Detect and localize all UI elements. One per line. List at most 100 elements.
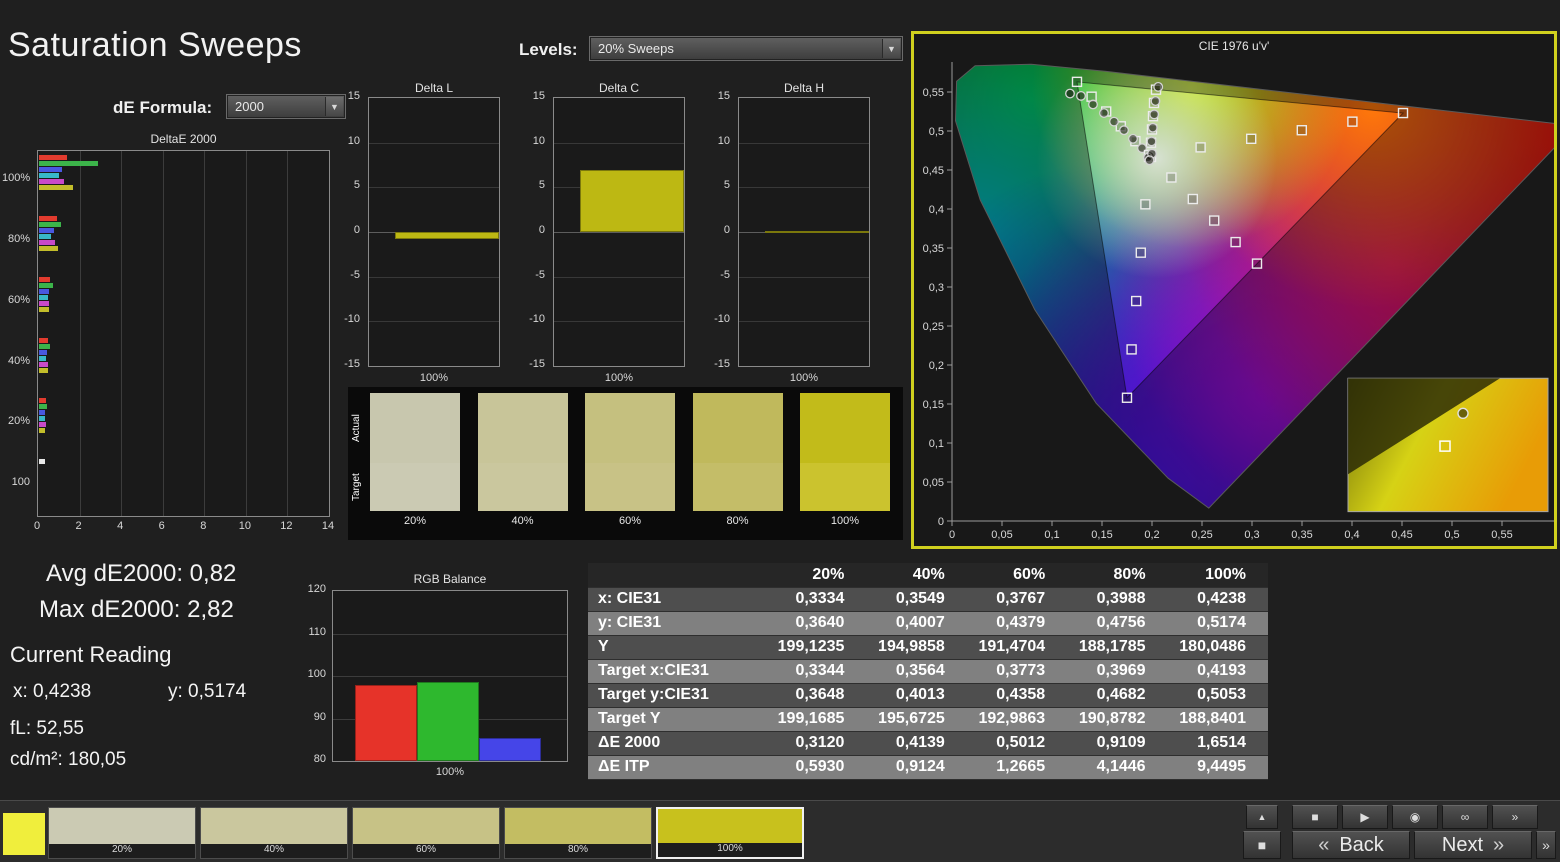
deltae-bar-80%-magenta: [39, 240, 55, 245]
deltae-bar-40%-red: [39, 338, 48, 343]
cie-target-square: [1136, 248, 1145, 257]
hgrid: [554, 321, 684, 322]
deltae-xtick: 8: [190, 520, 216, 532]
hgrid: [739, 277, 869, 278]
record-button[interactable]: ◉: [1392, 805, 1438, 829]
deltae-bar-100%-magenta: [39, 179, 64, 184]
deltae-bar-60%-yellow: [39, 307, 49, 312]
deltae-chart-plot: [37, 150, 330, 517]
table-cell: 0,4682: [1067, 683, 1167, 707]
de-formula-value: 2000: [235, 99, 264, 114]
cie-measured-circle: [1129, 135, 1138, 144]
cie-measured-circle: [1066, 89, 1075, 98]
patch-button-40%[interactable]: 40%: [200, 807, 348, 859]
delta-c-plot: [553, 97, 685, 367]
cie-measured-circle: [1150, 110, 1159, 119]
hgrid: [369, 277, 499, 278]
hgrid: [739, 143, 869, 144]
deltae-xtick: 0: [24, 520, 50, 532]
table-header-cell: 60%: [967, 563, 1067, 587]
deltae-bar-80%-blue: [39, 228, 54, 233]
play-button[interactable]: ▶: [1342, 805, 1388, 829]
y-tick-label: 0,35: [923, 243, 944, 255]
table-cell: 1,2665: [967, 755, 1067, 779]
deltae-bar-40%-magenta: [39, 362, 48, 367]
deltae-xtick: 14: [315, 520, 341, 532]
loop-button[interactable]: ∞: [1442, 805, 1488, 829]
cie-measured-circle: [1149, 123, 1158, 132]
table-cell: 0,4238: [1168, 587, 1268, 611]
y-tick-label: 0: [938, 516, 944, 528]
patch-button-80%[interactable]: 80%: [504, 807, 652, 859]
rgb-bar-red: [355, 685, 417, 762]
delta-l-ytick: 15: [332, 90, 360, 102]
deltae-xtick: 6: [149, 520, 175, 532]
chevron-down-icon: ▼: [882, 39, 900, 58]
next-button[interactable]: Next »: [1414, 831, 1532, 859]
skip-button[interactable]: »: [1492, 805, 1538, 829]
next-edge-button[interactable]: »: [1536, 831, 1556, 859]
table-cell: 0,9109: [1067, 731, 1167, 755]
delta-h-ylabels: 151050-5-10-15: [700, 97, 734, 367]
deltae-group-label: 100: [2, 476, 30, 488]
swatch-actual: [585, 393, 675, 463]
patch-button-60%[interactable]: 60%: [352, 807, 500, 859]
deltae-bar-100%-green: [39, 161, 98, 166]
deltae-bar-20%-red: [39, 398, 46, 403]
cie-measured-circle: [1151, 97, 1160, 106]
cie-target-square: [1127, 345, 1136, 354]
delta-c-bar: [580, 170, 684, 232]
chevron-left-icon: «: [1318, 834, 1329, 857]
stop-button[interactable]: ■: [1292, 805, 1338, 829]
table-cell: 0,3648: [766, 683, 866, 707]
levels-label: Levels:: [519, 40, 578, 60]
chevron-right-icon: »: [1493, 834, 1504, 857]
delta-l-bar: [395, 232, 499, 239]
levels-value: 20% Sweeps: [598, 41, 674, 56]
vgrid: [121, 151, 122, 516]
cie-target-square: [1247, 134, 1256, 143]
back-button[interactable]: « Back: [1292, 831, 1410, 859]
table-row: Y199,1235194,9858191,4704188,1785180,048…: [588, 635, 1268, 659]
delta-l-ytick: -10: [332, 313, 360, 325]
de-formula-select[interactable]: 2000 ▼: [227, 95, 345, 118]
vgrid: [246, 151, 247, 516]
reading-y: y: 0,5174: [168, 681, 246, 703]
deltae-bar-100%-blue: [39, 167, 62, 172]
deltae-bar-100%-cyan: [39, 173, 59, 178]
deltae-group-label: 40%: [2, 355, 30, 367]
deltae-bar-60%-magenta: [39, 301, 49, 306]
x-tick-label: 0,1: [1044, 529, 1059, 541]
patch-button-20%[interactable]: 20%: [48, 807, 196, 859]
actual-row-label: Actual: [351, 393, 364, 463]
table-header-cell: 20%: [766, 563, 866, 587]
patch-label: 20%: [49, 844, 195, 858]
cie-target-square: [1231, 238, 1240, 247]
deltae-bar-20%-green: [39, 404, 47, 409]
y-tick-label: 0,05: [923, 477, 944, 489]
deltae-bar-40%-green: [39, 344, 50, 349]
bottom-bar: ▲ ■ « Back Next » » 20%40%60%80%100%■▶◉∞…: [0, 800, 1560, 862]
deltae-xtick: 10: [232, 520, 258, 532]
deltae-xtick: 12: [273, 520, 299, 532]
up-button[interactable]: ▲: [1246, 805, 1278, 829]
table-cell: 0,4379: [967, 611, 1067, 635]
rgb-ytick: 90: [298, 711, 326, 723]
delta-c-ytick: -10: [517, 313, 545, 325]
rgb-balance-title: RGB Balance: [332, 572, 568, 586]
patch-button-100%[interactable]: 100%: [656, 807, 804, 859]
delta-l-ytick: 0: [332, 224, 360, 236]
vgrid: [287, 151, 288, 516]
levels-select[interactable]: 20% Sweeps ▼: [590, 37, 902, 60]
patch-label: 40%: [201, 844, 347, 858]
swatch-label: 40%: [478, 515, 568, 527]
swatch-20%: [370, 393, 460, 511]
delta-h-ytick: -10: [702, 313, 730, 325]
table-cell: 0,3969: [1067, 659, 1167, 683]
big-stop-button[interactable]: ■: [1243, 831, 1281, 859]
swatch-actual: [800, 393, 890, 463]
x-tick-label: 0,25: [1191, 529, 1212, 541]
cie-target-square: [1073, 77, 1082, 86]
delta-h-ytick: 15: [702, 90, 730, 102]
swatch-100%: [800, 393, 890, 511]
